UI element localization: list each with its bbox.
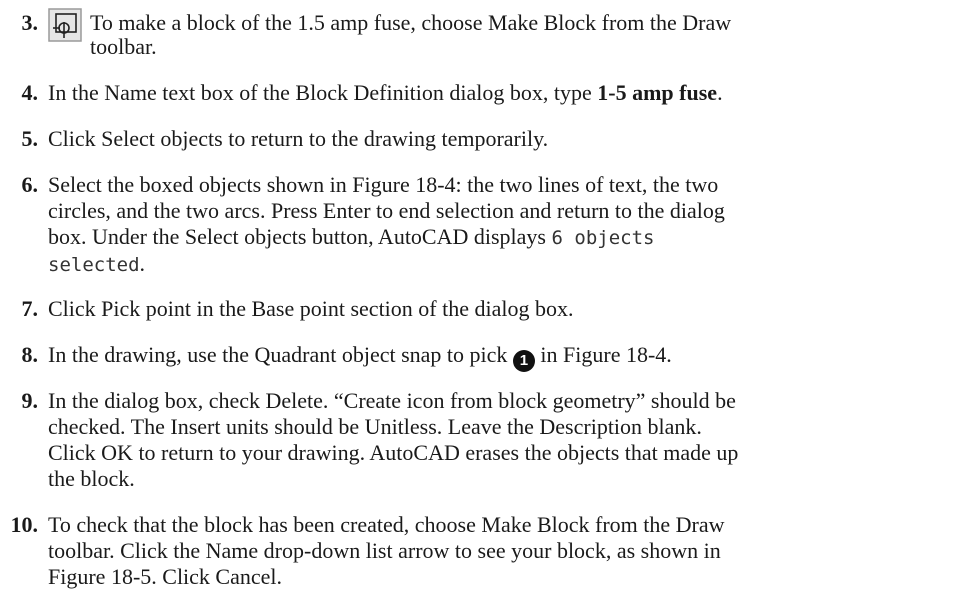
step-text-line: Select the boxed objects shown in Figure… <box>48 172 719 197</box>
make-block-icon <box>48 8 82 42</box>
step-number: 6. <box>21 172 39 197</box>
step-text: Click Select objects to return to the dr… <box>48 126 549 151</box>
step-text-line: circles, and the two arcs. Press Enter t… <box>48 198 725 223</box>
step-text-line: Click OK to return to your drawing. Auto… <box>48 440 739 465</box>
step-number: 10. <box>10 512 39 537</box>
step-text-line: toolbar. Click the Name drop-down list a… <box>48 538 721 563</box>
step-number: 3. <box>21 10 39 35</box>
step-text: In the Name text box of the Block Defini… <box>48 80 598 105</box>
step-text-line: toolbar. <box>90 34 157 59</box>
step-text-line: To check that the block has been created… <box>48 512 725 537</box>
step-text: box. Under the Select objects button, Au… <box>48 224 552 249</box>
step-text-line: the block. <box>48 466 135 491</box>
step-text-line: In the dialog box, check Delete. “Create… <box>48 388 736 413</box>
typed-value: 1-5 amp fuse <box>597 80 718 105</box>
step-number: 8. <box>21 342 39 367</box>
step-text-line: Figure 18-5. Click Cancel. <box>48 564 283 589</box>
step-number: 9. <box>21 388 39 413</box>
step-number: 5. <box>21 126 39 151</box>
step-text: In the drawing, use the Quadrant object … <box>48 342 513 367</box>
step-text: . <box>717 80 723 105</box>
step-text: in Figure 18-4. <box>534 342 672 367</box>
step-number: 4. <box>21 80 39 105</box>
step-text-line: checked. The Insert units should be Unit… <box>48 414 702 439</box>
step-text-line: To make a block of the 1.5 amp fuse, cho… <box>90 10 732 35</box>
command-output: selected <box>48 254 140 276</box>
step-text: . <box>139 251 146 276</box>
step-number: 7. <box>21 296 39 321</box>
command-output: 6 objects <box>551 227 655 249</box>
callout-number-icon: 1 <box>512 350 535 372</box>
step-text: Click Pick point in the Base point secti… <box>48 296 574 321</box>
